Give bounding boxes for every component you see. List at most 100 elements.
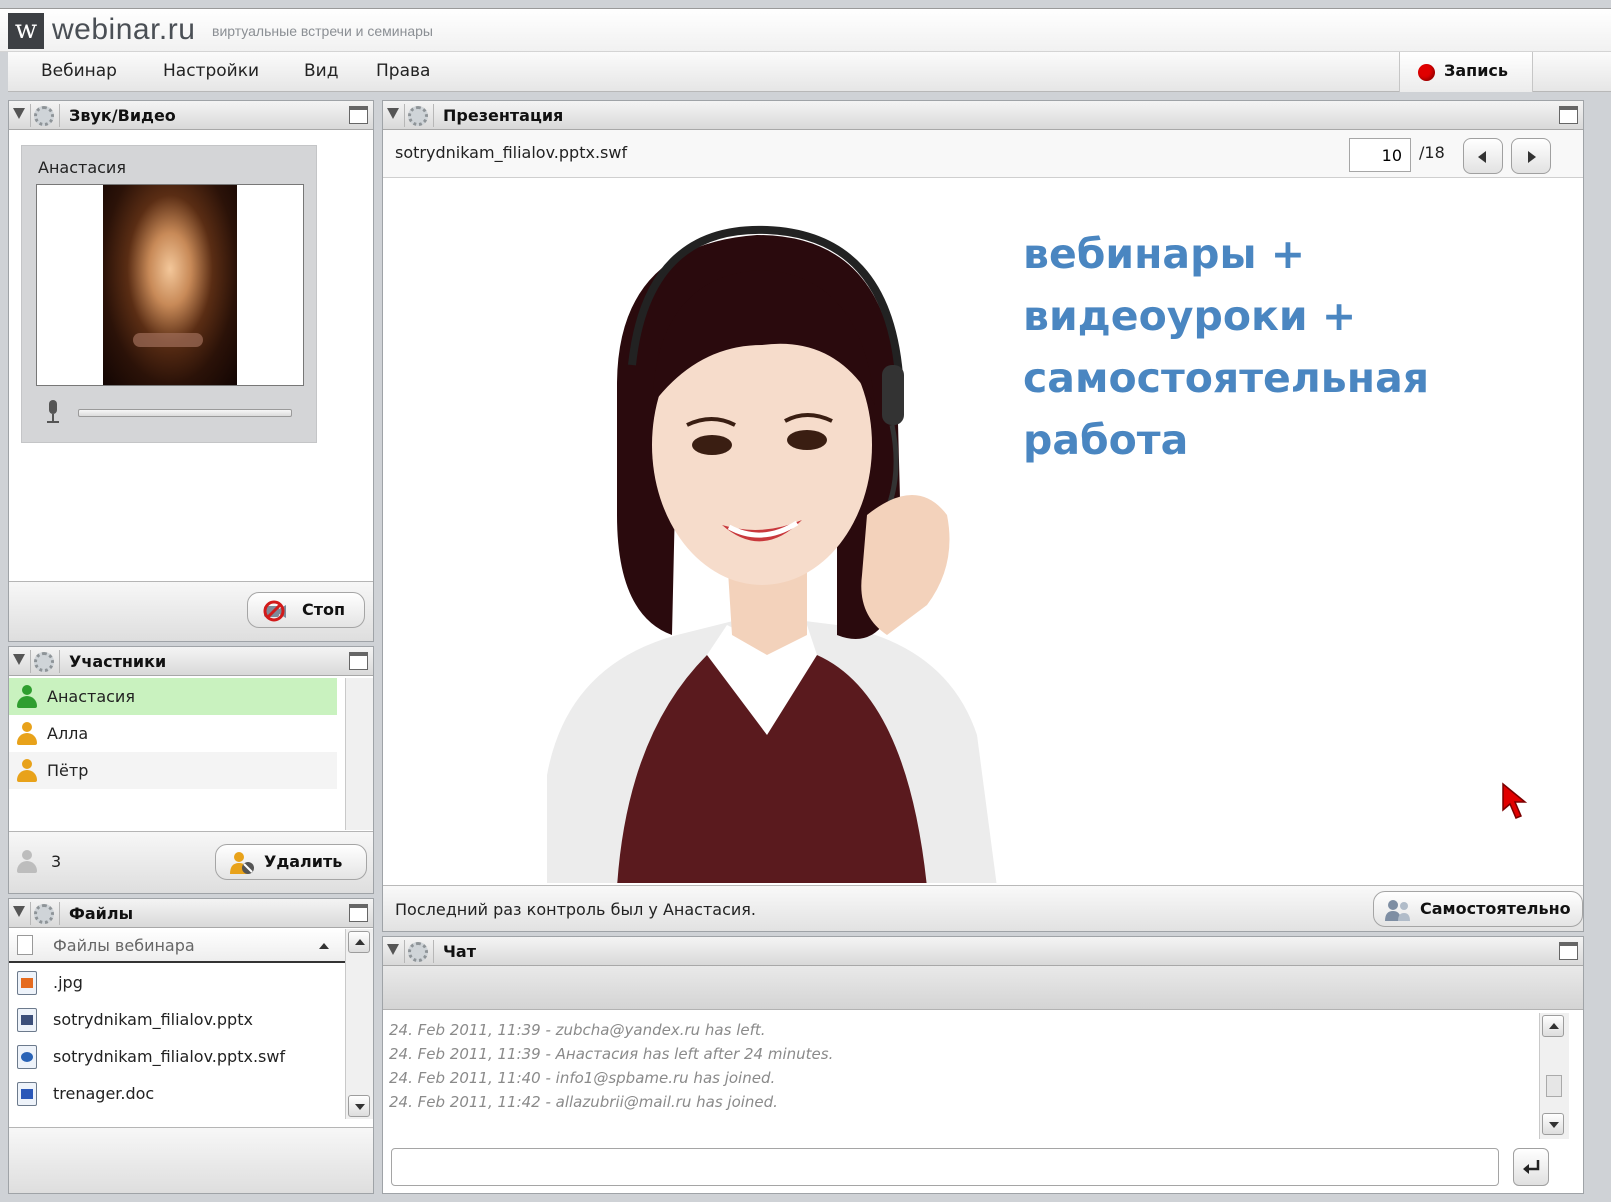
maximize-icon[interactable]	[1559, 942, 1578, 960]
files-panel: Файлы Файлы вебинара .jpg sotrydnikam_fi…	[8, 898, 374, 1194]
video-tile: Анастасия	[21, 145, 317, 443]
presentation-panel: Презентация sotrydnikam_filialov.pptx.sw…	[382, 100, 1584, 932]
file-name: sotrydnikam_filialov.pptx	[53, 1010, 253, 1029]
self-control-label: Самостоятельно	[1420, 899, 1571, 918]
page-total: /18	[1419, 143, 1445, 162]
sort-ascending-icon[interactable]	[319, 943, 329, 949]
send-message-button[interactable]	[1513, 1148, 1549, 1186]
webinar-logo-icon: w	[8, 13, 44, 49]
record-dot-icon	[1418, 64, 1435, 81]
slide-line: вебинары +	[1023, 230, 1306, 278]
divider	[59, 902, 60, 925]
scroll-up-icon[interactable]	[1542, 1015, 1564, 1037]
previous-slide-button[interactable]	[1463, 138, 1503, 174]
chat-panel-header: Чат	[383, 937, 1583, 966]
presentation-panel-title: Презентация	[443, 106, 564, 125]
webinar-app: w webinar.ru виртуальные встречи и семин…	[0, 0, 1611, 1202]
menu-settings[interactable]: Настройки	[163, 61, 259, 81]
settings-icon[interactable]	[408, 106, 428, 126]
stop-button[interactable]: Стоп	[247, 592, 365, 628]
enter-icon	[1523, 1160, 1540, 1174]
divider	[30, 650, 31, 673]
presentation-file-icon	[17, 1008, 37, 1032]
files-header-label: Файлы вебинара	[53, 936, 195, 955]
file-header-icon	[17, 935, 33, 955]
brand-bar: w webinar.ru виртуальные встречи и семин…	[0, 8, 1611, 52]
remove-label: Удалить	[264, 852, 343, 871]
chat-message: 24. Feb 2011, 11:42 - allazubrii@mail.ru…	[389, 1093, 778, 1111]
chat-panel-title: Чат	[443, 942, 476, 961]
collapse-icon[interactable]	[13, 108, 25, 119]
record-button[interactable]: Запись	[1399, 52, 1533, 92]
menu-rights[interactable]: Права	[376, 61, 430, 81]
chat-message-input[interactable]	[391, 1148, 1499, 1186]
file-row[interactable]: trenager.doc	[9, 1076, 337, 1113]
chat-message: 24. Feb 2011, 11:39 - Анастасия has left…	[389, 1045, 834, 1063]
chat-toolbar	[383, 966, 1583, 1010]
stop-camera-icon	[263, 600, 286, 622]
files-panel-title: Файлы	[69, 904, 134, 923]
file-row[interactable]: sotrydnikam_filialov.pptx	[9, 1002, 337, 1039]
participant-row[interactable]: Анастасия	[9, 678, 337, 715]
settings-icon[interactable]	[34, 652, 54, 672]
file-name: sotrydnikam_filialov.pptx.swf	[53, 1047, 286, 1066]
operator-illustration	[547, 225, 997, 883]
file-row[interactable]: sotrydnikam_filialov.pptx.swf	[9, 1039, 337, 1076]
slide-text-block: вебинары + видеоуроки + самостоятельная …	[1023, 223, 1429, 471]
collapse-icon[interactable]	[387, 944, 399, 955]
webcam-video	[103, 185, 237, 385]
files-scrollbar[interactable]	[345, 929, 373, 1119]
file-name: .jpg	[53, 973, 83, 992]
maximize-icon[interactable]	[349, 904, 368, 922]
presentation-status-bar: Последний раз контроль был у Анастасия. …	[383, 885, 1583, 931]
person-icon	[17, 685, 37, 709]
maximize-icon[interactable]	[349, 106, 368, 124]
collapse-icon[interactable]	[13, 654, 25, 665]
brand-tagline: виртуальные встречи и семинары	[212, 23, 433, 39]
chat-message: 24. Feb 2011, 11:39 - zubcha@yandex.ru h…	[389, 1021, 766, 1039]
presentation-toolbar: sotrydnikam_filialov.pptx.swf /18	[383, 130, 1583, 178]
self-control-button[interactable]: Самостоятельно	[1373, 891, 1583, 927]
scroll-thumb[interactable]	[1546, 1075, 1562, 1097]
microphone-level-bar	[78, 409, 292, 417]
scroll-up-icon[interactable]	[348, 931, 370, 953]
menu-view[interactable]: Вид	[304, 61, 338, 81]
files-column-header[interactable]: Файлы вебинара	[9, 929, 345, 963]
maximize-icon[interactable]	[1559, 106, 1578, 124]
scroll-down-icon[interactable]	[1542, 1113, 1564, 1135]
participants-scrollbar[interactable]	[345, 678, 373, 830]
pointer-cursor-icon	[1502, 782, 1527, 819]
scroll-down-icon[interactable]	[348, 1095, 370, 1117]
divider	[59, 650, 60, 673]
participants-panel-footer: 3 Удалить	[9, 831, 373, 893]
divider	[30, 902, 31, 925]
participant-row[interactable]: Алла	[9, 715, 337, 752]
control-status-text: Последний раз контроль был у Анастасия.	[395, 900, 756, 919]
files-panel-header: Файлы	[9, 899, 373, 928]
settings-icon[interactable]	[34, 904, 54, 924]
maximize-icon[interactable]	[349, 652, 368, 670]
next-slide-button[interactable]	[1511, 138, 1551, 174]
person-icon	[17, 722, 37, 746]
remove-participant-button[interactable]: Удалить	[215, 844, 367, 880]
microphone-icon[interactable]	[46, 400, 60, 424]
collapse-icon[interactable]	[387, 108, 399, 119]
chat-log: 24. Feb 2011, 11:39 - zubcha@yandex.ru h…	[389, 1017, 1533, 1137]
participants-panel: Участники Анастасия Алла Пётр 3 Удалить	[8, 646, 374, 894]
slide-line: видеоуроки +	[1023, 292, 1357, 340]
page-number-input[interactable]	[1349, 138, 1411, 172]
presentation-panel-header: Презентация	[383, 101, 1583, 130]
collapse-icon[interactable]	[13, 906, 25, 917]
settings-icon[interactable]	[34, 106, 54, 126]
users-control-icon	[1385, 900, 1410, 921]
menu-bar: Вебинар Настройки Вид Права Запись	[8, 52, 1611, 92]
stop-label: Стоп	[302, 600, 346, 619]
file-row[interactable]: .jpg	[9, 965, 337, 1002]
settings-icon[interactable]	[408, 942, 428, 962]
participant-row[interactable]: Пётр	[9, 752, 337, 789]
chat-scrollbar[interactable]	[1539, 1013, 1569, 1139]
av-panel-title: Звук/Видео	[69, 106, 176, 125]
files-panel-footer	[9, 1127, 373, 1193]
menu-webinar[interactable]: Вебинар	[41, 61, 117, 81]
slide-canvas: вебинары + видеоуроки + самостоятельная …	[383, 179, 1571, 883]
